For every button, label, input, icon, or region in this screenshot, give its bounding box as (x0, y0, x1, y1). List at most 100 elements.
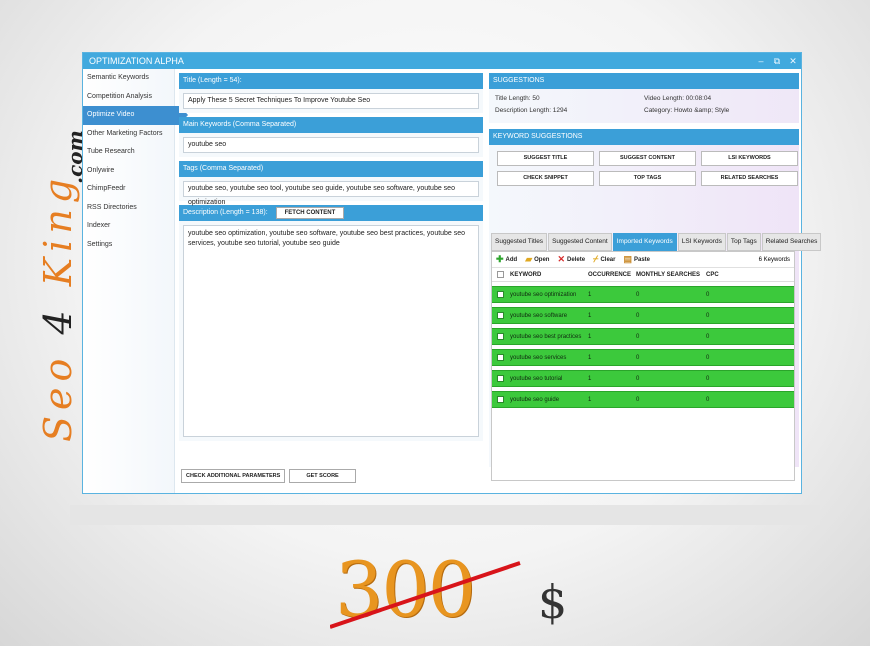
suggestions-header: SUGGESTIONS (489, 73, 799, 89)
row-checkbox[interactable] (496, 312, 504, 319)
sidebar-item-chimpfeedr[interactable]: ChimpFeedr (83, 180, 174, 199)
col-keyword[interactable]: KEYWORD (508, 272, 588, 278)
row-occurrence: 1 (588, 312, 592, 319)
row-checkbox[interactable] (496, 333, 504, 340)
row-keyword: youtube seo software (510, 312, 568, 319)
add-label: Add (505, 256, 518, 263)
top-tags-button[interactable]: TOP TAGS (599, 171, 696, 186)
table-row[interactable]: youtube seo optimization 1 0 0 (492, 286, 794, 303)
tags-field[interactable]: youtube seo, youtube seo tool, youtube s… (183, 181, 479, 206)
row-keyword: youtube seo tutorial (510, 375, 563, 382)
folder-icon: ▰ (525, 254, 533, 264)
keyword-count: 6 Keywords (758, 256, 790, 263)
tab-imported-keywords[interactable]: Imported Keywords (612, 233, 677, 251)
row-cpc: 0 (706, 354, 710, 361)
row-checkbox[interactable] (496, 291, 504, 298)
grid-toolbar: ✚ Add ▰ Open ✕ Delete ⌿ Clear ▤ Paste 6 Keywo… (492, 252, 794, 268)
select-all-checkbox[interactable] (496, 271, 504, 278)
row-occurrence: 1 (588, 354, 592, 361)
paste-label: Paste (633, 256, 650, 263)
main-keywords-field[interactable]: youtube seo (183, 137, 479, 153)
description-field[interactable]: youtube seo optimization, youtube seo so… (183, 225, 479, 437)
tab-suggested-titles[interactable]: Suggested Titles (491, 233, 548, 251)
delete-label: Delete (567, 256, 586, 263)
row-monthly: 0 (636, 354, 640, 361)
row-keyword: youtube seo guide (510, 396, 560, 403)
tab-top-tags[interactable]: Top Tags (726, 233, 761, 251)
minimize-icon[interactable]: – (753, 56, 769, 66)
row-keyword: youtube seo services (510, 354, 567, 361)
keywords-header: Main Keywords (Comma Separated) (179, 117, 483, 133)
sidebar-item-tube-research[interactable]: Tube Research (83, 143, 174, 162)
clear-label: Clear (600, 256, 616, 263)
col-cpc[interactable]: CPC (706, 272, 726, 278)
table-row[interactable]: youtube seo tutorial 1 0 0 (492, 370, 794, 387)
get-score-button[interactable]: GET SCORE (289, 469, 356, 483)
lsi-keywords-button[interactable]: LSI KEYWORDS (701, 151, 798, 166)
col-monthly-searches[interactable]: MONTHLY SEARCHES (636, 272, 706, 278)
optimize-panel: Title (Length = 54): Apply These 5 Secre… (179, 73, 483, 489)
row-cpc: 0 (706, 396, 710, 403)
sidebar-item-semantic-keywords[interactable]: Semantic Keywords (83, 69, 174, 88)
clear-button[interactable]: ⌿ Clear (593, 254, 615, 265)
row-monthly: 0 (636, 375, 640, 382)
row-keyword: youtube seo best practices (510, 333, 582, 340)
sidebar-item-rss-directories[interactable]: RSS Directories (83, 199, 174, 218)
delete-button[interactable]: ✕ Delete (557, 254, 585, 265)
sidebar-item-optimize-video[interactable]: Optimize Video (83, 106, 188, 125)
row-checkbox[interactable] (496, 354, 504, 361)
related-searches-button[interactable]: RELATED SEARCHES (701, 171, 798, 186)
title-field[interactable]: Apply These 5 Secret Techniques To Impro… (183, 93, 479, 109)
tab-suggested-content[interactable]: Suggested Content (548, 233, 612, 251)
open-button[interactable]: ▰ Open (525, 254, 549, 265)
close-icon[interactable]: ✕ (785, 56, 801, 67)
sidebar-item-other-marketing-factors[interactable]: Other Marketing Factors (83, 125, 174, 144)
row-keyword: youtube seo optimization (510, 291, 577, 298)
add-icon: ✚ (496, 254, 504, 264)
add-button[interactable]: ✚ Add (496, 254, 517, 265)
row-checkbox[interactable] (496, 396, 504, 403)
price-currency: $ (538, 575, 568, 629)
window-title: OPTIMIZATION ALPHA (89, 56, 184, 66)
sidebar-item-competition-analysis[interactable]: Competition Analysis (83, 88, 174, 107)
brand-king: King (36, 172, 80, 287)
table-row[interactable]: youtube seo guide 1 0 0 (492, 391, 794, 408)
delete-icon: ✕ (557, 254, 566, 264)
restore-icon[interactable]: ⧉ (769, 56, 785, 67)
row-monthly: 0 (636, 396, 640, 403)
row-occurrence: 1 (588, 333, 592, 340)
row-occurrence: 1 (588, 291, 592, 298)
title-length-text: Title Length: 50 (495, 95, 540, 102)
imported-keywords-grid: ✚ Add ▰ Open ✕ Delete ⌿ Clear ▤ Paste 6 Keywo… (491, 251, 795, 481)
row-cpc: 0 (706, 333, 710, 340)
sidebar-item-settings[interactable]: Settings (83, 236, 174, 255)
table-row[interactable]: youtube seo software 1 0 0 (492, 307, 794, 324)
app-window: OPTIMIZATION ALPHA – ⧉ ✕ Semantic Keywor… (82, 52, 822, 494)
row-monthly: 0 (636, 291, 640, 298)
strikethrough-line (330, 561, 521, 629)
fetch-content-button[interactable]: FETCH CONTENT (275, 207, 345, 219)
tab-lsi-keywords[interactable]: LSI Keywords (677, 233, 726, 251)
suggest-content-button[interactable]: SUGGEST CONTENT (599, 151, 696, 166)
paste-button[interactable]: ▤ Paste (623, 254, 650, 265)
broom-icon: ⌿ (593, 254, 599, 264)
check-parameters-button[interactable]: CHECK ADDITIONAL PARAMETERS (181, 469, 286, 483)
suggest-title-button[interactable]: SUGGEST TITLE (497, 151, 594, 166)
keyword-suggestions-body: SUGGEST TITLE SUGGEST CONTENT LSI KEYWOR… (489, 145, 822, 481)
row-checkbox[interactable] (496, 375, 504, 382)
check-snippet-button[interactable]: CHECK SNIPPET (497, 171, 594, 186)
tab-related-searches[interactable]: Related Searches (761, 233, 822, 251)
window-shadow (70, 505, 820, 525)
description-header-label: Description (Length = 138): (183, 209, 268, 216)
table-row[interactable]: youtube seo best practices 1 0 0 (492, 328, 794, 345)
row-monthly: 0 (636, 312, 640, 319)
row-cpc: 0 (706, 291, 710, 298)
brand-logo: Seo 4 King .com (18, 130, 88, 442)
row-cpc: 0 (706, 312, 710, 319)
col-occurrence[interactable]: OCCURRENCE (588, 272, 636, 278)
sidebar-item-onlywire[interactable]: Onlywire (83, 162, 174, 181)
sidebar-item-indexer[interactable]: Indexer (83, 217, 174, 236)
table-row[interactable]: youtube seo services 1 0 0 (492, 349, 794, 366)
description-header: Description (Length = 138): FETCH CONTEN… (179, 205, 483, 221)
video-length-text: Video Length: 00:08:04 (644, 95, 712, 102)
